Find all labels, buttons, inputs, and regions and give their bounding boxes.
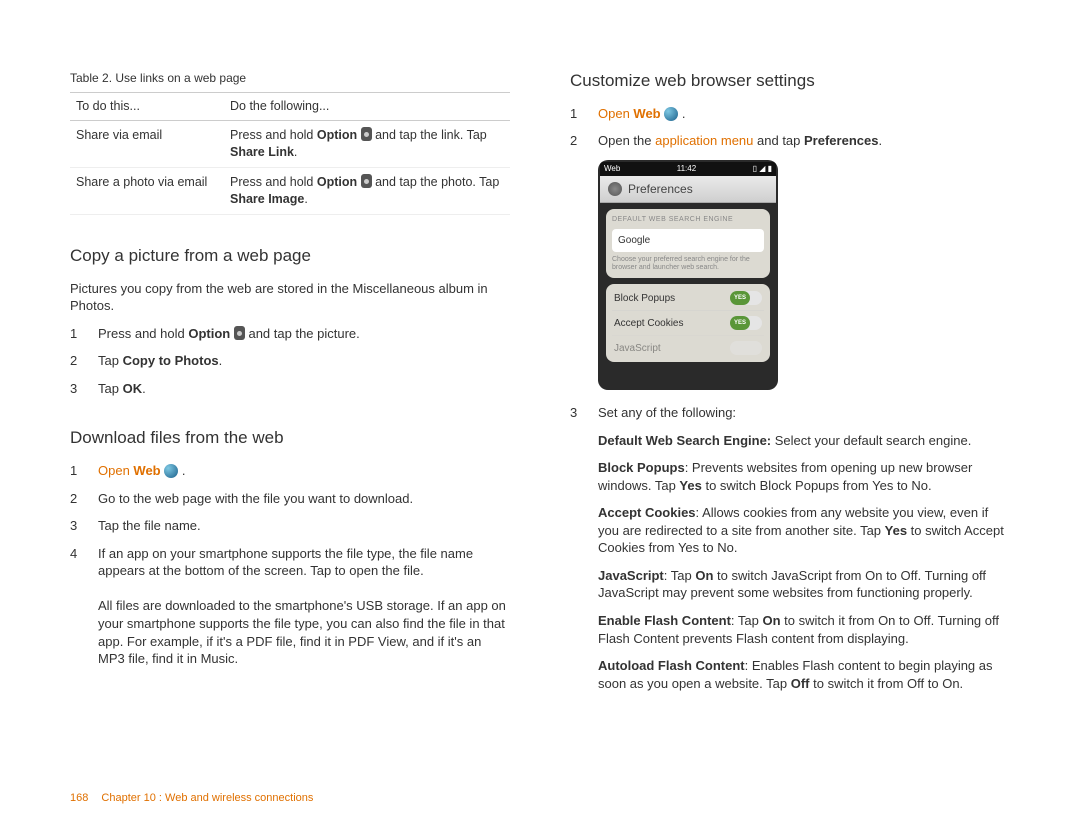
ss-status-icons: ▯ ◢ ▮ <box>753 164 772 175</box>
table-caption: Table 2. Use links on a web page <box>70 70 510 86</box>
step-body: Tap Copy to Photos. <box>98 352 510 370</box>
chapter-label: Chapter 10 : Web and wireless connection… <box>101 792 313 804</box>
ss-time: 11:42 <box>677 164 696 175</box>
web-icon <box>164 464 178 478</box>
page-number: 168 <box>70 792 88 804</box>
toggle-yes: YES <box>730 291 762 305</box>
web-icon <box>664 107 678 121</box>
table-row: Share a photo via email Press and hold O… <box>70 167 510 214</box>
action-cell: Share a photo via email <box>70 167 224 214</box>
download-steps: 1Open Web . 2Go to the web page with the… <box>70 462 510 667</box>
links-table: To do this... Do the following... Share … <box>70 92 510 214</box>
option-key-icon <box>361 127 372 141</box>
step-body: Open Web . <box>98 462 510 480</box>
step-body: Go to the web page with the file you wan… <box>98 490 510 508</box>
instruction-cell: Press and hold Option and tap the link. … <box>224 121 510 168</box>
copy-intro: Pictures you copy from the web are store… <box>70 280 510 315</box>
ss-panel-search: DEFAULT WEB SEARCH ENGINE Google Choose … <box>606 209 770 278</box>
ss-header-title: Preferences <box>628 181 693 197</box>
step-body: Tap OK. <box>98 380 510 398</box>
step-number: 2 <box>70 352 98 370</box>
customize-steps: 1Open Web . 2Open the application menu a… <box>570 105 1010 150</box>
step-body: Open Web . <box>598 105 1010 123</box>
ss-header: Preferences <box>600 176 776 203</box>
option-key-icon <box>361 174 372 188</box>
gear-icon <box>608 182 622 196</box>
manual-page: Table 2. Use links on a web page To do t… <box>0 0 1080 834</box>
ss-panel-toggles: Block PopupsYES Accept CookiesYES JavaSc… <box>606 284 770 362</box>
step-number: 3 <box>570 404 598 702</box>
step-number: 3 <box>70 517 98 535</box>
left-column: Table 2. Use links on a web page To do t… <box>70 70 510 804</box>
ss-row: JavaScript <box>612 335 764 360</box>
step-body: Set any of the following: Default Web Se… <box>598 404 1010 702</box>
th-todo: To do this... <box>70 93 224 121</box>
step-body: If an app on your smartphone supports th… <box>98 545 510 668</box>
ss-statusbar: Web 11:42 ▯ ◢ ▮ <box>600 162 776 176</box>
step-number: 4 <box>70 545 98 668</box>
ss-row: Accept CookiesYES <box>612 310 764 335</box>
ss-app-name: Web <box>604 164 620 175</box>
step-body: Open the application menu and tap Prefer… <box>598 132 1010 150</box>
copy-steps: 1Press and hold Option and tap the pictu… <box>70 325 510 398</box>
ss-row: Block PopupsYES <box>612 286 764 310</box>
step-number: 1 <box>70 325 98 343</box>
section-heading-customize: Customize web browser settings <box>570 70 1010 93</box>
ss-hint: Choose your preferred search engine for … <box>612 256 764 272</box>
toggle <box>730 341 762 355</box>
step-number: 1 <box>570 105 598 123</box>
preferences-screenshot: Web 11:42 ▯ ◢ ▮ Preferences DEFAULT WEB … <box>598 160 778 390</box>
page-footer: 168 Chapter 10 : Web and wireless connec… <box>70 792 313 804</box>
step-number: 3 <box>70 380 98 398</box>
step-number: 2 <box>70 490 98 508</box>
th-do: Do the following... <box>224 93 510 121</box>
ss-search-engine-field: Google <box>612 229 764 253</box>
option-key-icon <box>234 326 245 340</box>
customize-steps-cont: 3 Set any of the following: Default Web … <box>570 404 1010 702</box>
step-number: 1 <box>70 462 98 480</box>
right-column: Customize web browser settings 1Open Web… <box>570 70 1010 804</box>
step-body: Press and hold Option and tap the pictur… <box>98 325 510 343</box>
step-body: Tap the file name. <box>98 517 510 535</box>
ss-panel-title: DEFAULT WEB SEARCH ENGINE <box>612 215 764 224</box>
section-heading-copy: Copy a picture from a web page <box>70 245 510 268</box>
instruction-cell: Press and hold Option and tap the photo.… <box>224 167 510 214</box>
action-cell: Share via email <box>70 121 224 168</box>
table-row: Share via email Press and hold Option an… <box>70 121 510 168</box>
toggle-yes: YES <box>730 316 762 330</box>
step-number: 2 <box>570 132 598 150</box>
section-heading-download: Download files from the web <box>70 427 510 450</box>
